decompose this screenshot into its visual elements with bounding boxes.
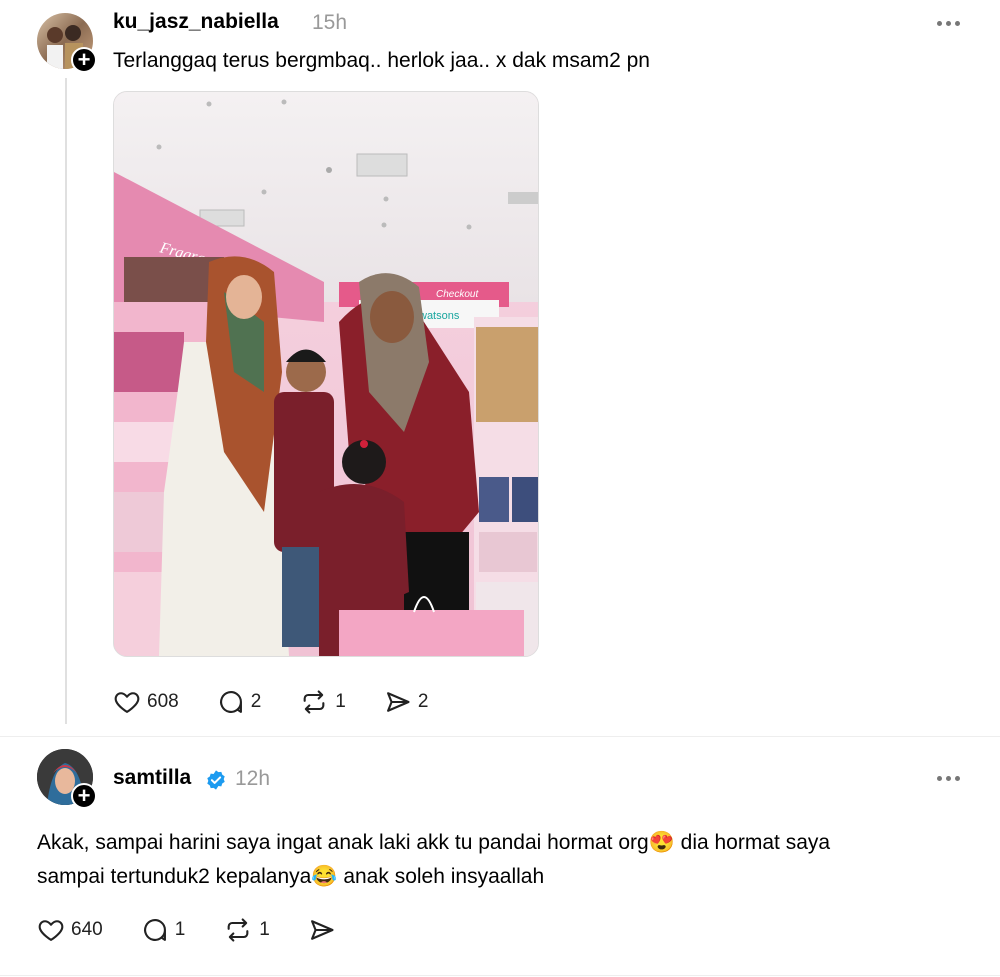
- reply-actions: 640 1 1: [37, 916, 336, 944]
- verified-badge-icon: [207, 770, 225, 790]
- reply-text-line-2: sampai tertunduk2 kepalanya😂 anak soleh …: [37, 865, 545, 888]
- reply-button[interactable]: 2: [217, 688, 262, 716]
- post-actions: 608 2 1 2: [113, 688, 428, 716]
- post-divider: [0, 736, 1000, 737]
- post-text: Terlanggaq terus bergmbaq.. herlok jaa..…: [113, 49, 650, 72]
- comment-icon: [143, 919, 166, 941]
- reply-username[interactable]: samtilla: [113, 766, 191, 790]
- post-username[interactable]: ku_jasz_nabiella: [113, 10, 279, 34]
- send-icon: [310, 920, 334, 940]
- reply-like-count: 640: [71, 919, 103, 940]
- repost-button[interactable]: 1: [299, 688, 346, 716]
- repost-icon: [227, 918, 249, 942]
- reply-comment-button[interactable]: 1: [141, 916, 186, 944]
- sign-watsons: watsons: [418, 310, 460, 322]
- store-photo: Fragrance Checkout watsons: [114, 92, 538, 656]
- sign-checkout: Checkout: [436, 289, 479, 300]
- reply-comment-count: 1: [174, 919, 186, 940]
- post-more-icon[interactable]: [937, 21, 960, 26]
- reply-share-button[interactable]: [308, 916, 336, 944]
- follow-plus-icon[interactable]: +: [71, 783, 97, 809]
- reply-text-line-1: Akak, sampai harini saya ingat anak laki…: [37, 831, 831, 854]
- heart-icon: [114, 692, 140, 713]
- thread-line: [65, 78, 67, 724]
- reply-time[interactable]: 12h: [235, 767, 270, 791]
- share-button[interactable]: 2: [384, 688, 429, 716]
- reply-more-icon[interactable]: [937, 776, 960, 781]
- comment-icon: [219, 691, 242, 713]
- reply-repost-count: 1: [259, 919, 270, 940]
- heart-icon: [38, 920, 64, 941]
- repost-icon: [303, 690, 325, 714]
- reply-count: 2: [250, 691, 262, 712]
- repost-count: 1: [335, 691, 346, 712]
- reply-repost-button[interactable]: 1: [223, 916, 270, 944]
- reply-like-button[interactable]: 640: [37, 916, 103, 944]
- post-time[interactable]: 15h: [312, 11, 347, 35]
- follow-plus-icon[interactable]: +: [71, 47, 97, 73]
- bottom-divider: [0, 975, 1000, 976]
- like-button[interactable]: 608: [113, 688, 179, 716]
- send-icon: [386, 692, 410, 712]
- share-count: 2: [417, 691, 429, 712]
- like-count: 608: [147, 691, 179, 712]
- post-image[interactable]: Fragrance Checkout watsons: [113, 91, 539, 657]
